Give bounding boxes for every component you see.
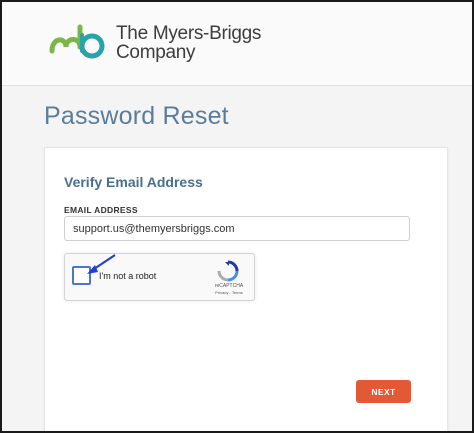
recaptcha-logo-icon: [217, 260, 239, 282]
screenshot-frame: The Myers-Briggs Company Password Reset …: [0, 0, 474, 433]
site-header: The Myers-Briggs Company: [2, 2, 472, 86]
section-title: Verify Email Address: [64, 174, 203, 190]
next-button[interactable]: NEXT: [356, 380, 411, 403]
verify-email-card: Verify Email Address EMAIL ADDRESS I'm n…: [44, 147, 448, 431]
company-wordmark: The Myers-Briggs Company: [116, 24, 261, 62]
recaptcha-label: I'm not a robot: [99, 271, 157, 281]
wordmark-brand: Myers-Briggs: [152, 23, 262, 44]
wordmark-line-1: The Myers-Briggs: [116, 24, 261, 43]
wordmark-line-2: Company: [116, 42, 196, 63]
recaptcha-brand: reCAPTCHA: [214, 283, 244, 289]
email-input[interactable]: [64, 216, 410, 241]
recaptcha-terms-link[interactable]: Privacy - Terms: [207, 290, 251, 295]
recaptcha-checkbox[interactable]: [72, 266, 91, 285]
email-field-label: EMAIL ADDRESS: [64, 205, 138, 215]
wordmark-prefix: The: [116, 23, 153, 44]
page-title: Password Reset: [44, 102, 229, 130]
recaptcha-widget: I'm not a robot reCAPTCHA Privacy - Term…: [64, 253, 255, 301]
myers-briggs-logo-icon[interactable]: [48, 21, 110, 61]
